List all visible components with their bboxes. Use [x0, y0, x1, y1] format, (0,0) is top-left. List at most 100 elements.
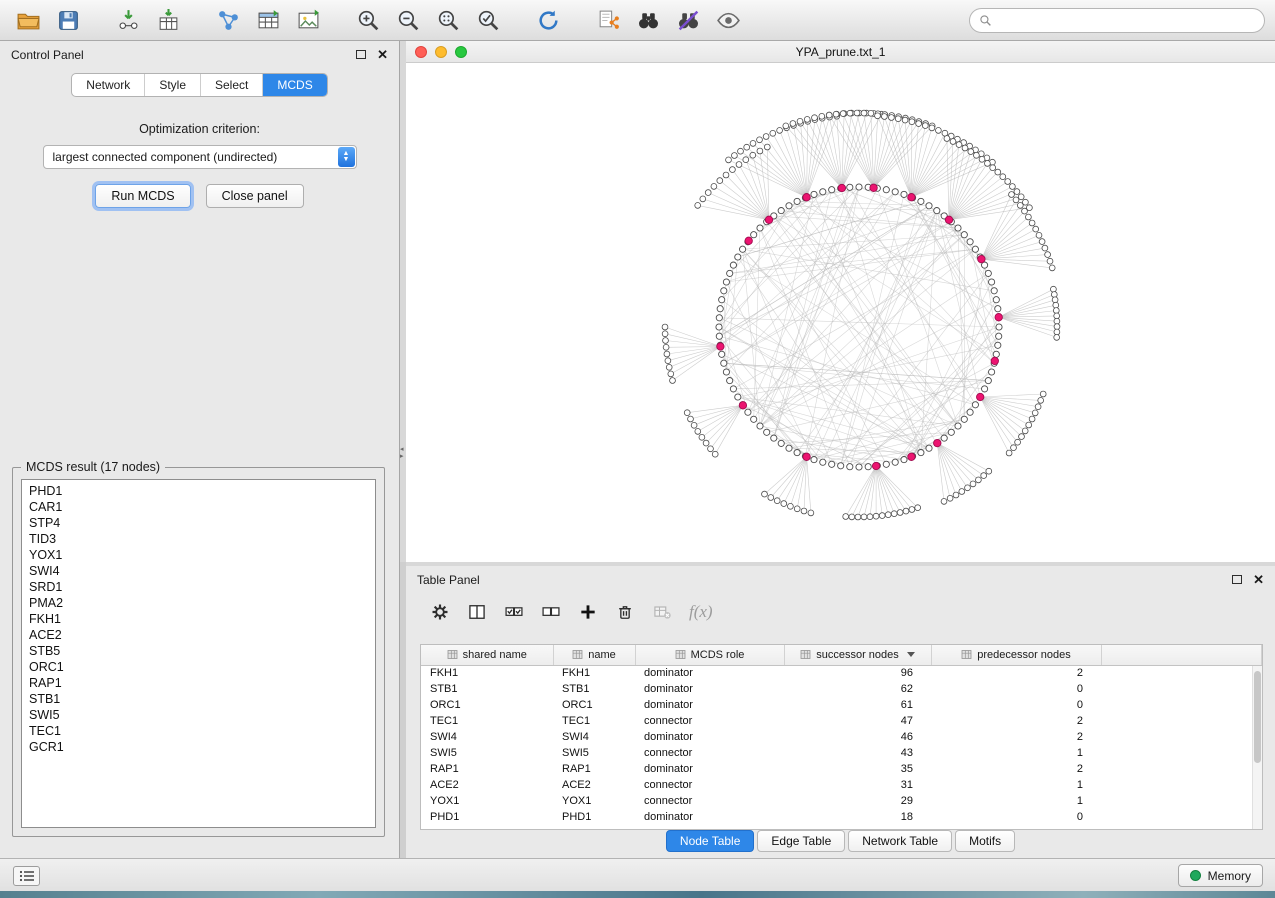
leaf-node[interactable] — [1051, 292, 1057, 298]
table-row[interactable]: SWI4SWI4dominator462 — [421, 729, 1262, 745]
table-cell[interactable]: FKH1 — [421, 665, 553, 681]
leaf-node[interactable] — [855, 514, 861, 520]
leaf-node[interactable] — [903, 508, 909, 514]
network-node[interactable] — [972, 402, 978, 408]
leaf-node[interactable] — [774, 498, 780, 504]
leaf-node[interactable] — [873, 513, 879, 519]
leaf-node[interactable] — [941, 499, 947, 505]
leaf-node[interactable] — [764, 144, 770, 150]
tab-motifs[interactable]: Motifs — [955, 830, 1015, 852]
network-node[interactable] — [996, 324, 1002, 330]
network-node[interactable] — [972, 246, 978, 252]
leaf-node[interactable] — [750, 141, 756, 147]
network-node[interactable] — [716, 315, 722, 321]
unselect-all-columns-button[interactable] — [541, 602, 561, 622]
leaf-node[interactable] — [1013, 197, 1019, 203]
tab-select[interactable]: Select — [200, 74, 262, 96]
network-node[interactable] — [993, 351, 999, 357]
find-filtered-button[interactable] — [668, 4, 708, 36]
leaf-node[interactable] — [1053, 302, 1059, 308]
leaf-node[interactable] — [788, 503, 794, 509]
table-cell[interactable]: PHD1 — [421, 809, 553, 825]
table-cell[interactable]: FKH1 — [553, 665, 635, 681]
export-table-button[interactable] — [248, 4, 288, 36]
network-node[interactable] — [811, 457, 817, 463]
show-panels-button[interactable] — [13, 866, 40, 886]
open-session-button[interactable] — [8, 4, 48, 36]
table-cell[interactable]: 62 — [784, 681, 931, 697]
network-node[interactable] — [829, 187, 835, 193]
mcds-result-item[interactable]: STB5 — [29, 643, 375, 659]
leaf-node[interactable] — [885, 512, 891, 518]
apply-layout-button[interactable] — [528, 4, 568, 36]
leaf-node[interactable] — [743, 157, 749, 163]
leaf-node[interactable] — [1010, 184, 1016, 190]
network-node[interactable] — [740, 246, 746, 252]
leaf-node[interactable] — [882, 114, 888, 120]
leaf-node[interactable] — [666, 364, 672, 370]
leaf-node[interactable] — [730, 167, 736, 173]
run-mcds-button[interactable]: Run MCDS — [95, 184, 190, 208]
network-node[interactable] — [901, 457, 907, 463]
leaf-node[interactable] — [1011, 445, 1017, 451]
mcds-result-list[interactable]: PHD1CAR1STP4TID3YOX1SWI4SRD1PMA2FKH1ACE2… — [21, 479, 376, 828]
criterion-dropdown[interactable]: largest connected component (undirected)… — [43, 145, 357, 169]
table-cell[interactable]: dominator — [635, 697, 784, 713]
mcds-hub-node[interactable] — [991, 357, 998, 364]
leaf-node[interactable] — [1018, 194, 1024, 200]
network-node[interactable] — [727, 270, 733, 276]
leaf-node[interactable] — [968, 149, 974, 155]
leaf-node[interactable] — [854, 110, 860, 116]
table-cell[interactable]: 2 — [931, 665, 1101, 681]
table-cell[interactable]: PHD1 — [553, 809, 635, 825]
network-node[interactable] — [786, 445, 792, 451]
network-node[interactable] — [751, 232, 757, 238]
mcds-hub-node[interactable] — [995, 314, 1002, 321]
leaf-node[interactable] — [909, 507, 915, 513]
network-node[interactable] — [941, 435, 947, 441]
mcds-hub-node[interactable] — [945, 216, 952, 223]
leaf-node[interactable] — [762, 491, 768, 497]
leaf-node[interactable] — [777, 128, 783, 134]
leaf-node[interactable] — [732, 153, 738, 159]
leaf-node[interactable] — [974, 152, 980, 158]
select-all-columns-button[interactable] — [504, 602, 524, 622]
mcds-hub-node[interactable] — [934, 439, 941, 446]
table-row[interactable]: ACE2ACE2connector311 — [421, 777, 1262, 793]
leaf-node[interactable] — [663, 338, 669, 344]
table-cell[interactable]: dominator — [635, 761, 784, 777]
table-cell[interactable]: TEC1 — [421, 713, 553, 729]
mcds-hub-node[interactable] — [872, 462, 879, 469]
table-cell[interactable]: dominator — [635, 809, 784, 825]
leaf-node[interactable] — [1054, 329, 1060, 335]
network-node[interactable] — [829, 461, 835, 467]
network-node[interactable] — [989, 279, 995, 285]
mcds-hub-node[interactable] — [745, 237, 752, 244]
network-node[interactable] — [883, 461, 889, 467]
close-panel-button[interactable]: Close panel — [206, 184, 304, 208]
leaf-node[interactable] — [770, 130, 776, 136]
leaf-node[interactable] — [979, 156, 985, 162]
mcds-result-item[interactable]: STP4 — [29, 515, 375, 531]
table-row[interactable]: ORC1ORC1dominator610 — [421, 697, 1262, 713]
leaf-node[interactable] — [670, 378, 676, 384]
mcds-hub-node[interactable] — [803, 194, 810, 201]
memory-button[interactable]: Memory — [1178, 864, 1263, 887]
table-cell[interactable]: dominator — [635, 681, 784, 697]
tab-node-table[interactable]: Node Table — [666, 830, 755, 852]
table-cell[interactable]: RAP1 — [421, 761, 553, 777]
delete-column-button[interactable] — [615, 602, 635, 622]
mcds-result-item[interactable]: RAP1 — [29, 675, 375, 691]
network-node[interactable] — [926, 445, 932, 451]
network-node[interactable] — [721, 288, 727, 294]
float-panel-icon[interactable] — [356, 50, 366, 59]
mcds-result-item[interactable]: SWI4 — [29, 563, 375, 579]
leaf-node[interactable] — [861, 110, 867, 116]
network-node[interactable] — [778, 208, 784, 214]
table-scrollbar[interactable] — [1252, 666, 1262, 829]
tab-network[interactable]: Network — [72, 74, 144, 96]
network-node[interactable] — [794, 198, 800, 204]
table-cell[interactable]: connector — [635, 713, 784, 729]
leaf-node[interactable] — [1000, 174, 1006, 180]
leaf-node[interactable] — [868, 110, 874, 116]
